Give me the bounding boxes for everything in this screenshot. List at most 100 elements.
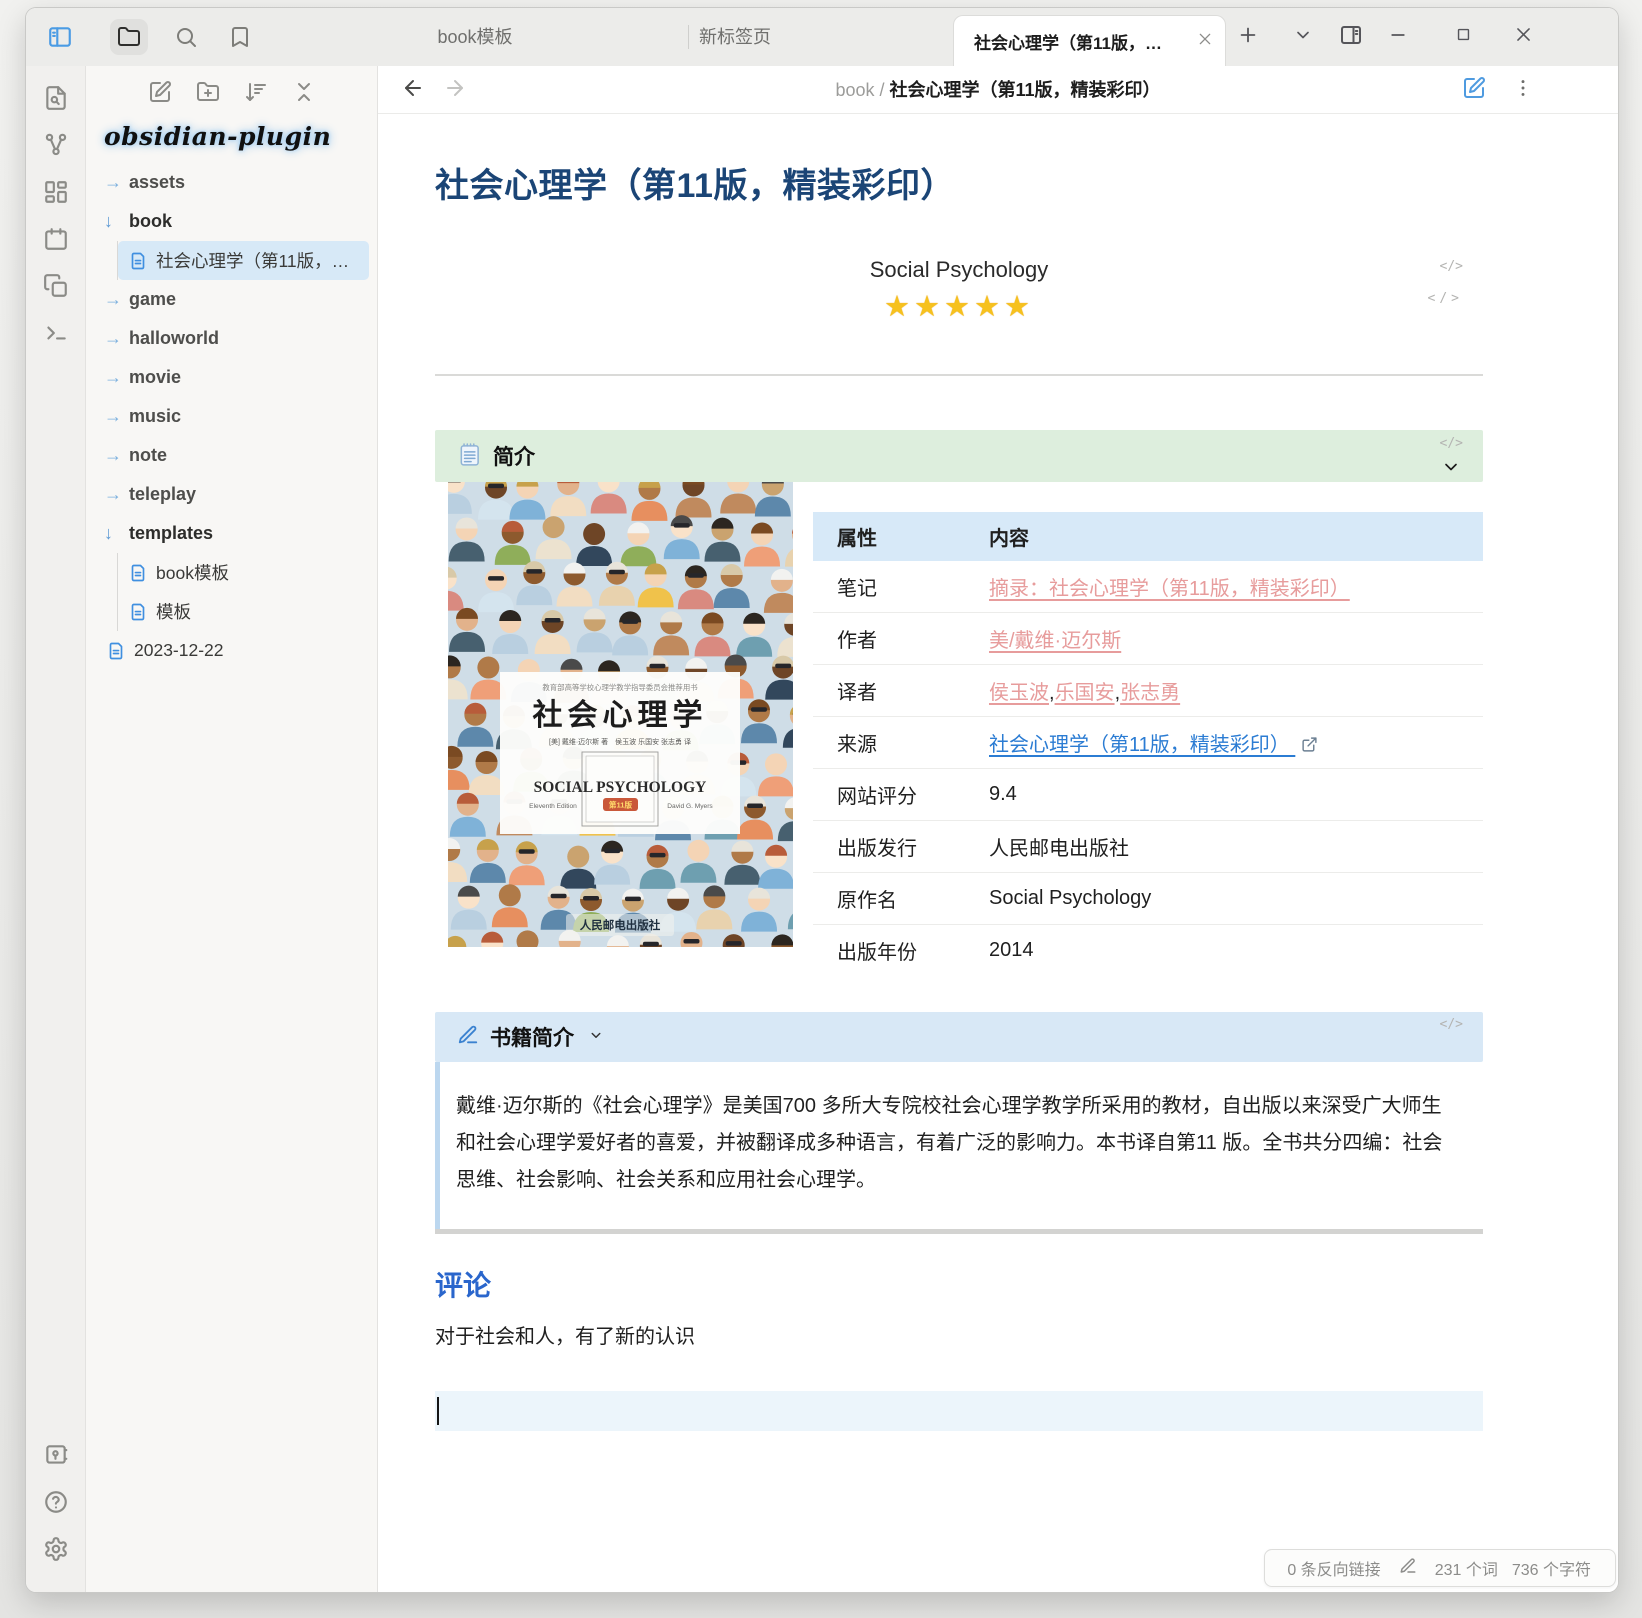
sort-button[interactable] [242,80,270,108]
collapse-all-button[interactable] [290,80,318,108]
text-cursor [437,1397,439,1425]
folder-collapsed-arrow-icon: → [104,445,129,466]
row-value: 人民邮电出版社 [965,821,1483,873]
chevron-down-icon [1441,464,1461,481]
editor-active-line[interactable] [435,1391,1483,1431]
book-cover-image: 教育部高等学校心理学教学指导委员会推荐用书社会心理学[美] 戴维·迈尔斯 著 侯… [448,482,793,947]
forward-button[interactable] [442,77,468,103]
close-window-button[interactable] [1510,24,1536,50]
summary-callout: 书籍简介 </> 戴维·迈尔斯的《社会心理学》是美国700 多所大专院校社会心理… [435,1012,1483,1229]
char-count: 736 个字符 [1512,1556,1591,1580]
row-value: 社会心理学（第11版，精装彩印） [965,717,1483,769]
document-icon [106,641,126,661]
x-icon [1197,34,1213,51]
collapse-chevron-icon[interactable] [1441,457,1461,482]
bookmarks-view-button[interactable] [225,22,255,52]
tree-file-模板[interactable]: 模板 [118,592,369,631]
tree-folder-assets[interactable]: →assets [96,163,369,202]
edit-view-button[interactable] [1462,76,1486,105]
bookmark-icon [228,25,252,49]
files-view-button[interactable] [110,19,148,55]
tab-list-button[interactable] [1290,24,1316,50]
arrow-right-icon [443,76,467,105]
tab-new-tab[interactable]: 新标签页 [665,8,805,66]
tree-children-group: 社会心理学（第11版，… [117,241,369,280]
tree-folder-music[interactable]: →music [96,397,369,436]
new-folder-button[interactable] [194,80,222,108]
vault-title[interactable]: obsidian-plugin [104,122,377,151]
folder-icon [117,25,141,49]
left-sidebar-toggle-button[interactable] [45,22,75,52]
table-row: 笔记摘录：社会心理学（第11版，精装彩印） [813,561,1483,613]
summary-callout-header[interactable]: 书籍简介 </> [435,1012,1483,1062]
maximize-button[interactable] [1450,24,1476,50]
svg-text:Eleventh Edition: Eleventh Edition [529,803,577,810]
row-value: 2014 [965,925,1483,977]
tree-file-社会心理学（第11版，…[interactable]: 社会心理学（第11版，… [118,241,369,280]
document-icon [128,563,148,583]
external-link-icon [1301,736,1318,753]
terminal-button[interactable] [43,320,69,346]
collapse-chevron-icon[interactable] [587,1026,605,1049]
more-options-button[interactable] [1512,77,1534,104]
internal-link[interactable]: 摘录：社会心理学（第11版，精装彩印） [989,578,1350,600]
graph-button[interactable] [43,132,69,158]
panel-right-icon [1339,23,1363,52]
internal-link[interactable]: 侯玉波 [989,682,1049,704]
right-sidebar-toggle-button[interactable] [1338,24,1364,50]
tree-folder-game[interactable]: →game [96,280,369,319]
folder-label: assets [129,172,185,193]
intro-callout-header[interactable]: 简介 </> [435,430,1483,482]
star-icon: ★ [974,291,1004,323]
internal-link[interactable]: 美/戴维·迈尔斯 [989,630,1121,652]
new-note-button[interactable] [146,80,174,108]
back-button[interactable] [400,77,426,103]
left-ribbon [26,66,86,1592]
chevron-down-icon [1293,25,1313,50]
layout-button[interactable] [43,179,69,205]
internal-link[interactable]: 张志勇 [1120,682,1180,704]
minimize-button[interactable] [1385,24,1411,50]
code-block-button[interactable]: </> [1440,1017,1463,1032]
tree-folder-movie[interactable]: →movie [96,358,369,397]
copy-button[interactable] [43,273,69,299]
internal-link[interactable]: 乐国安 [1055,682,1115,704]
tree-folder-templates[interactable]: ↓templates [96,514,369,553]
tab-book-template[interactable]: book模板 [405,8,545,66]
calendar-button[interactable] [43,226,69,252]
intro-callout-title: 简介 [493,441,535,471]
tree-folder-note[interactable]: →note [96,436,369,475]
tree-folder-teleplay[interactable]: →teleplay [96,475,369,514]
row-value: 摘录：社会心理学（第11版，精装彩印） [965,561,1483,613]
code-block-button[interactable]: </> [1440,259,1463,274]
new-tab-button[interactable] [1235,24,1261,50]
breadcrumb-folder[interactable]: book [835,80,874,100]
tree-file-book模板[interactable]: book模板 [118,553,369,592]
note-navbar: book / 社会心理学（第11版，精装彩印） [378,66,1618,114]
tree-folder-book[interactable]: ↓book [96,202,369,241]
external-url-link[interactable]: 社会心理学（第11版，精装彩印） [989,734,1295,756]
backlinks-count[interactable]: 0 条反向链接 [1287,1556,1380,1580]
tab-active[interactable]: 社会心理学（第11版，… [953,15,1226,66]
tree-file-2023-12-22[interactable]: 2023-12-22 [96,631,369,670]
settings-button[interactable] [43,1536,69,1562]
document-icon [128,602,148,622]
help-button[interactable] [43,1489,69,1515]
code-block-button[interactable]: </> [1440,436,1463,451]
intro-table: 属性 内容 笔记摘录：社会心理学（第11版，精装彩印） 作者美/戴维·迈尔斯译者… [813,512,1483,976]
svg-text:SOCIAL PSYCHOLOGY: SOCIAL PSYCHOLOGY [534,779,707,796]
table-row: 来源社会心理学（第11版，精装彩印） [813,717,1483,769]
svg-text:[美] 戴维·迈尔斯 著 侯玉波 乐国安 张志勇 译: [美] 戴维·迈尔斯 著 侯玉波 乐国安 张志勇 译 [549,737,691,746]
search-view-button[interactable] [171,22,201,52]
close-tab-icon[interactable] [1197,31,1213,52]
table-row: 出版发行人民邮电出版社 [813,821,1483,873]
table-row: 译者侯玉波,乐国安,张志勇 [813,665,1483,717]
pencil-glyph [1399,1557,1417,1580]
collapse-all-icon [292,80,316,109]
code-block-button[interactable]: </> [1428,291,1463,306]
tree-folder-halloworld[interactable]: →halloworld [96,319,369,358]
comment-text: 对于社会和人，有了新的认识 [435,1320,1483,1349]
vault-button[interactable] [43,1442,69,1468]
file-search-button[interactable] [43,85,69,111]
svg-text:第11版: 第11版 [609,800,633,810]
